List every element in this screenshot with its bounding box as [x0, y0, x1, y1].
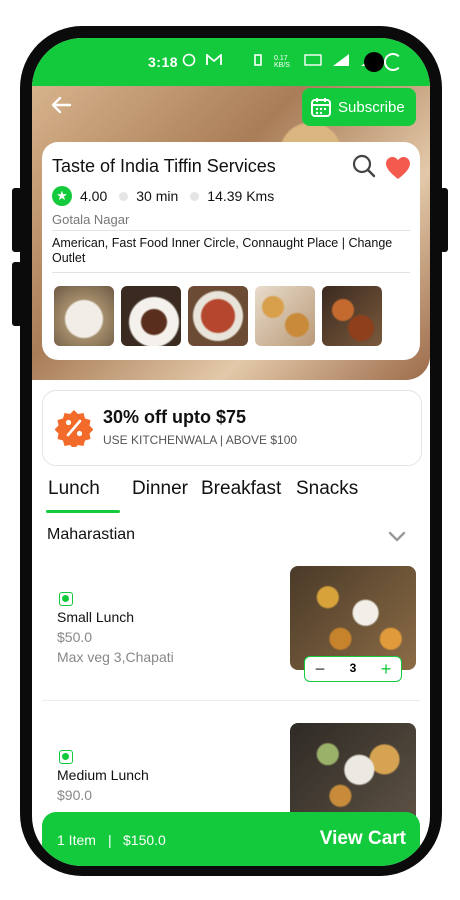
- discount-icon: [54, 409, 94, 449]
- item-price: $90.0: [57, 787, 93, 803]
- app-screen: 3:18 0.17 KB/S Subscribe Taste of India …: [32, 38, 430, 866]
- search-icon[interactable]: [352, 154, 376, 178]
- arrow-left-icon: [51, 96, 72, 114]
- gallery-thumb[interactable]: [255, 286, 315, 346]
- item-name: Medium Lunch: [57, 767, 149, 783]
- divider: [52, 230, 410, 231]
- subscribe-label: Subscribe: [338, 98, 405, 116]
- whatsapp-icon: [182, 53, 196, 70]
- item-divider: [42, 700, 420, 701]
- offer-subtitle: USE KITCHENWALA | ABOVE $100: [103, 433, 298, 447]
- cart-item-count: 1 Item: [57, 832, 96, 848]
- cart-total: $150.0: [123, 832, 166, 848]
- camera-notch: [364, 52, 384, 72]
- status-time: 3:18: [148, 54, 179, 70]
- vibrate-icon: [252, 54, 264, 69]
- distance: 14.39 Kms: [207, 188, 275, 204]
- section-title[interactable]: Maharastian: [47, 526, 135, 544]
- heart-icon[interactable]: [385, 156, 411, 180]
- rating-value: 4.00: [80, 188, 108, 204]
- gmail-icon: [206, 53, 222, 69]
- item-price: $50.0: [57, 629, 93, 645]
- gallery-thumb[interactable]: [54, 286, 114, 346]
- cart-bar[interactable]: 1 Item | $150.0 View Cart: [42, 812, 420, 866]
- offer-banner[interactable]: 30% off upto $75 USE KITCHENWALA | ABOVE…: [42, 390, 422, 466]
- restaurant-meta: ★ 4.00 30 min 14.39 Kms: [52, 186, 274, 206]
- back-button[interactable]: [50, 94, 72, 116]
- gallery-thumb[interactable]: [322, 286, 382, 346]
- increase-quantity-button[interactable]: +: [375, 658, 397, 680]
- item-image[interactable]: [290, 566, 416, 670]
- chevron-down-icon[interactable]: [388, 530, 406, 542]
- separator-dot: [190, 191, 200, 201]
- tab-dinner[interactable]: Dinner: [132, 478, 188, 500]
- status-icons: 0.17 KB/S: [182, 53, 378, 70]
- power-button: [440, 188, 448, 252]
- item-description: Max veg 3,Chapati: [57, 649, 174, 665]
- quantity-stepper: − 3 +: [304, 656, 402, 682]
- divider: [52, 272, 410, 273]
- item-name: Small Lunch: [57, 609, 135, 625]
- offer-title: 30% off upto $75: [103, 407, 247, 427]
- quantity-value: 3: [349, 661, 357, 675]
- gallery-thumb[interactable]: [188, 286, 248, 346]
- tab-snacks[interactable]: Snacks: [296, 478, 358, 500]
- battery-icon: [384, 53, 402, 71]
- volte-icon: [304, 54, 322, 69]
- subscribe-button[interactable]: Subscribe: [302, 88, 416, 126]
- volume-down-button: [12, 262, 22, 326]
- cart-separator: |: [108, 832, 112, 848]
- decrease-quantity-button[interactable]: −: [309, 658, 331, 680]
- tab-lunch[interactable]: Lunch: [48, 478, 100, 500]
- veg-indicator-icon: [59, 750, 73, 764]
- network-speed: 0.17 KB/S: [274, 54, 290, 69]
- view-cart-button[interactable]: View Cart: [320, 828, 406, 850]
- status-bar: 3:18 0.17 KB/S: [32, 38, 430, 86]
- restaurant-info-card: Taste of India Tiffin Services ★ 4.00 30…: [42, 142, 420, 360]
- star-icon: ★: [52, 186, 72, 206]
- meal-tabs: Lunch Dinner Breakfast Snacks: [32, 478, 430, 514]
- signal-icon: [332, 53, 350, 70]
- tab-breakfast[interactable]: Breakfast: [201, 478, 281, 500]
- separator-dot: [119, 191, 129, 201]
- gallery-thumb[interactable]: [121, 286, 181, 346]
- restaurant-area: Gotala Nagar: [52, 212, 130, 227]
- calendar-icon: [311, 98, 331, 117]
- volume-up-button: [12, 188, 22, 252]
- active-tab-indicator: [46, 510, 120, 513]
- delivery-time: 30 min: [136, 188, 179, 204]
- veg-indicator-icon: [59, 592, 73, 606]
- cuisine-and-outlet[interactable]: American, Fast Food Inner Circle, Connau…: [52, 236, 412, 266]
- restaurant-name: Taste of India Tiffin Services: [52, 156, 276, 176]
